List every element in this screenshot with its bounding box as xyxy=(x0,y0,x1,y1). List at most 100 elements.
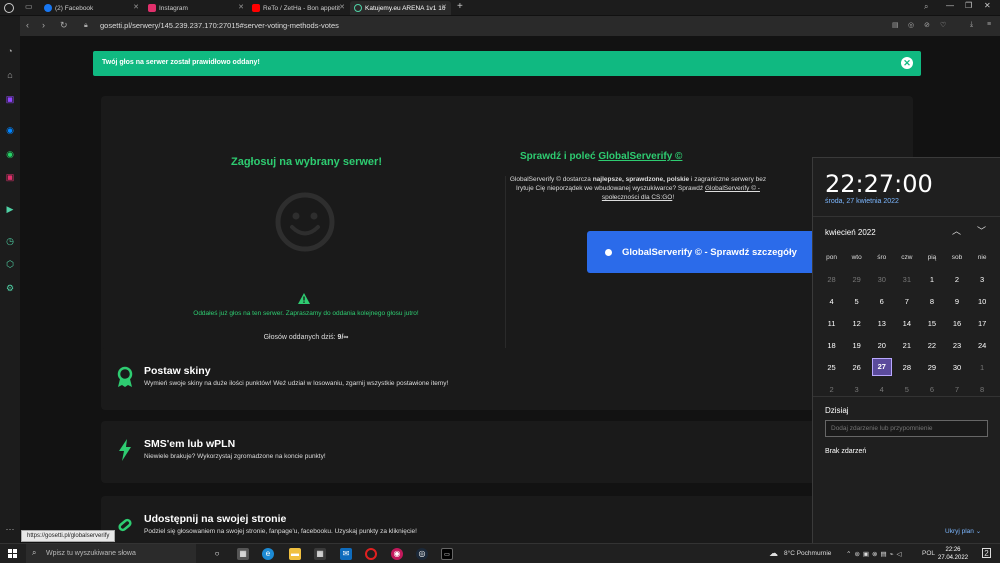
day-cell[interactable]: 30 xyxy=(869,275,894,284)
day-cell[interactable]: 29 xyxy=(844,275,869,284)
desc-link[interactable]: społeczności dla CS:GO xyxy=(602,194,672,201)
weather-text[interactable]: 8°C Pochmurnie xyxy=(784,550,831,557)
minimize-icon[interactable]: — xyxy=(946,1,954,10)
explorer-icon[interactable]: ▬ xyxy=(289,548,301,560)
day-cell[interactable]: 16 xyxy=(944,319,969,328)
reload-icon[interactable]: ↻ xyxy=(60,20,68,31)
day-cell[interactable]: 14 xyxy=(894,319,919,328)
whatsapp-icon[interactable]: ◉ xyxy=(5,149,15,159)
tray-clock[interactable]: 22:26 27.04.2022 xyxy=(938,546,968,562)
store-icon[interactable]: ▦ xyxy=(314,548,326,560)
settings-icon[interactable]: ⚙ xyxy=(5,283,15,293)
day-cell[interactable]: 10 xyxy=(970,297,995,306)
day-cell[interactable]: 18 xyxy=(819,341,844,350)
close-tab-icon[interactable]: ✕ xyxy=(238,3,244,11)
download-icon[interactable]: ⤓ xyxy=(970,21,973,29)
day-cell[interactable]: 28 xyxy=(819,275,844,284)
day-cell[interactable]: 6 xyxy=(869,297,894,306)
day-cell[interactable]: 29 xyxy=(919,363,944,372)
day-cell[interactable]: 1 xyxy=(970,363,995,372)
day-cell[interactable]: 17 xyxy=(970,319,995,328)
day-cell[interactable]: 19 xyxy=(844,341,869,350)
day-cell[interactable]: 26 xyxy=(844,363,869,372)
day-cell[interactable]: 22 xyxy=(919,341,944,350)
add-event-input[interactable] xyxy=(825,420,988,437)
day-cell[interactable]: 5 xyxy=(844,297,869,306)
day-cell[interactable]: 8 xyxy=(919,297,944,306)
day-cell[interactable]: 15 xyxy=(919,319,944,328)
day-cell[interactable]: 2 xyxy=(819,385,844,394)
close-alert-button[interactable]: ✕ xyxy=(901,57,913,69)
opera-icon[interactable] xyxy=(365,548,377,560)
store-icon[interactable]: ⌂ xyxy=(5,70,15,80)
url-field[interactable]: gosetti.pl/serwery/145.239.237.170:27015… xyxy=(100,21,339,30)
calendar-date[interactable]: środa, 27 kwietnia 2022 xyxy=(825,198,899,205)
bookmark-icon[interactable]: ♡ xyxy=(940,21,946,29)
menu-icon[interactable]: ≡ xyxy=(987,21,991,28)
history-icon[interactable]: ◷ xyxy=(5,236,15,246)
steam-icon[interactable]: ◎ xyxy=(416,548,428,560)
day-cell[interactable]: 9 xyxy=(944,297,969,306)
day-cell[interactable]: 6 xyxy=(919,385,944,394)
windows-start-icon[interactable] xyxy=(8,549,17,558)
workspaces-icon[interactable]: ▭ xyxy=(25,2,33,11)
day-cell[interactable]: 1 xyxy=(919,275,944,284)
language-indicator[interactable]: POL xyxy=(922,550,935,557)
extensions-icon[interactable]: ⬡ xyxy=(5,259,15,269)
feature-card-sms[interactable]: SMS'em lub wPLN Niewiele brakuje? Wykorz… xyxy=(101,421,913,483)
serverify-link[interactable]: GlobalServerify © xyxy=(598,151,682,162)
day-cell[interactable]: 13 xyxy=(869,319,894,328)
instagram-sidebar-icon[interactable]: ▣ xyxy=(5,172,15,182)
day-cell[interactable]: 30 xyxy=(944,363,969,372)
close-tab-icon[interactable]: ✕ xyxy=(339,3,345,11)
calendar-month[interactable]: kwiecień 2022 xyxy=(825,228,876,237)
messenger-icon[interactable]: ◉ xyxy=(5,125,15,135)
chevron-down-icon[interactable]: ﹀ xyxy=(977,224,986,237)
day-cell[interactable]: 25 xyxy=(819,363,844,372)
task-view-icon[interactable]: ○ xyxy=(211,548,223,560)
day-cell[interactable]: 4 xyxy=(869,385,894,394)
adblock-icon[interactable]: ⊘ xyxy=(924,21,930,29)
taskbar-search[interactable]: ⌕ Wpisz tu wyszukiwane słowa xyxy=(26,544,196,563)
close-tab-icon[interactable]: ✕ xyxy=(441,3,447,11)
day-cell[interactable]: 3 xyxy=(970,275,995,284)
feature-card-skins[interactable]: Postaw skiny Wymień swoje skiny na duże … xyxy=(101,348,913,410)
restore-icon[interactable]: ❐ xyxy=(965,1,972,10)
day-cell[interactable]: 5 xyxy=(894,385,919,394)
forward-icon[interactable]: › xyxy=(42,20,45,30)
weather-icon[interactable]: ☁ xyxy=(769,548,778,559)
opera-gx-icon[interactable]: ◉ xyxy=(391,548,403,560)
back-icon[interactable]: ‹ xyxy=(26,20,29,30)
day-cell[interactable]: 7 xyxy=(894,297,919,306)
day-cell[interactable]: 7 xyxy=(944,385,969,394)
desc-link[interactable]: GlobalServerify © - xyxy=(705,185,760,192)
chevron-up-icon[interactable]: ︿ xyxy=(952,224,961,237)
day-cell[interactable]: 4 xyxy=(819,297,844,306)
tab-youtube[interactable]: ReTo / ZetHa - Bon appetit ✕ xyxy=(248,1,349,15)
hide-agenda-button[interactable]: Ukryj plan ⌄ xyxy=(945,527,981,535)
speed-dial-icon[interactable]: ◔ xyxy=(5,46,15,56)
day-cell[interactable]: 12 xyxy=(844,319,869,328)
edge-icon[interactable]: e xyxy=(262,548,274,560)
mail-icon[interactable]: ✉ xyxy=(340,548,352,560)
feature-card-share[interactable]: Udostępnij na swojej stronie Podziel się… xyxy=(101,496,913,543)
opera-logo-icon[interactable] xyxy=(4,3,14,13)
day-cell[interactable]: 3 xyxy=(844,385,869,394)
new-tab-button[interactable]: + xyxy=(457,1,463,12)
day-cell[interactable]: 20 xyxy=(869,341,894,350)
close-window-icon[interactable]: ✕ xyxy=(984,1,991,10)
snapshot-icon[interactable]: ◎ xyxy=(908,21,914,29)
notifications-icon[interactable]: 2 xyxy=(982,548,991,558)
day-cell[interactable]: 8 xyxy=(970,385,995,394)
search-tabs-icon[interactable]: ⌕ xyxy=(924,2,928,12)
tab-katujemy[interactable]: Katujemy.eu ARENA 1v1 16 ✕ xyxy=(350,1,451,15)
day-cell[interactable]: 11 xyxy=(819,319,844,328)
day-cell-today[interactable]: 27 xyxy=(869,358,894,376)
twitch-icon[interactable]: ▣ xyxy=(5,94,15,104)
security-lock-icon[interactable]: 🔒︎ xyxy=(84,22,88,30)
easy-setup-icon[interactable]: ▤ xyxy=(892,21,899,29)
more-icon[interactable]: ⋯ xyxy=(5,524,15,534)
day-cell[interactable]: 28 xyxy=(894,363,919,372)
serverify-button[interactable]: GlobalServerify © - Sprawdź szczegóły xyxy=(587,231,827,273)
tab-facebook[interactable]: (2) Facebook ✕ xyxy=(40,1,143,15)
